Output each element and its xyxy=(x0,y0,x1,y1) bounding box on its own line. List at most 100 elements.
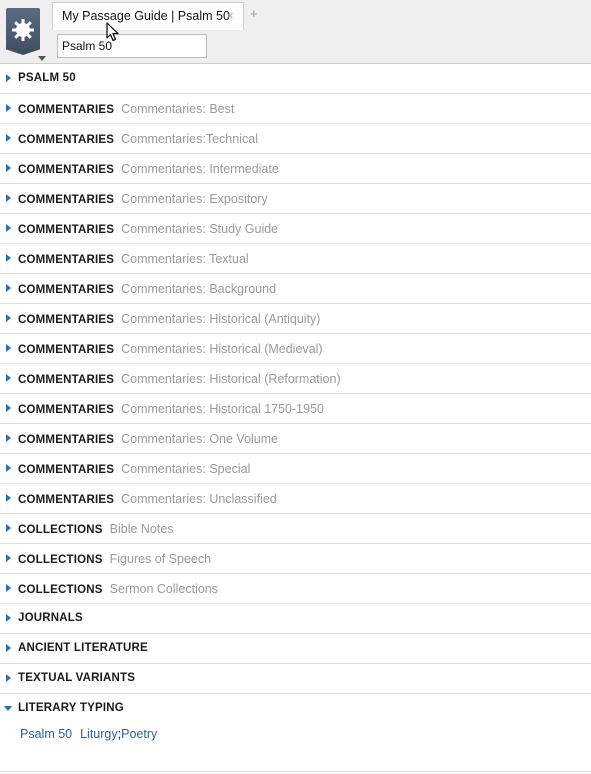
toolbar-header: My Passage Guide | Psalm 50 × + xyxy=(0,0,591,64)
section-subtitle: Bible Notes xyxy=(109,522,174,536)
triangle-right-icon[interactable] xyxy=(6,524,11,532)
section-title: COLLECTIONS xyxy=(18,584,103,596)
triangle-right-icon[interactable] xyxy=(6,134,11,142)
section-title: COMMENTARIES xyxy=(18,134,115,146)
section-title: PSALM 50 xyxy=(18,72,76,84)
section-row[interactable]: COLLECTIONS Figures of Speech xyxy=(0,544,591,574)
section-title: COMMENTARIES xyxy=(18,104,115,116)
section-subtitle: Commentaries: One Volume xyxy=(121,432,279,446)
section-row[interactable]: COMMENTARIES Commentaries: Historical 175… xyxy=(0,394,591,424)
section-label: COMMENTARIES Commentaries: Unclassified xyxy=(18,492,277,506)
section-label: ANCIENT LITERATURE xyxy=(18,642,148,654)
mouse-pointer-icon xyxy=(106,22,119,42)
triangle-right-icon[interactable] xyxy=(6,164,11,172)
section-row[interactable]: PSALM 50 xyxy=(0,64,591,94)
triangle-down-icon[interactable] xyxy=(4,706,12,711)
section-label: COMMENTARIES Commentaries: Background xyxy=(18,282,276,296)
gear-icon xyxy=(12,19,34,41)
section-title: COMMENTARIES xyxy=(18,314,115,326)
triangle-right-icon[interactable] xyxy=(6,74,11,82)
section-title: COMMENTARIES xyxy=(18,224,115,236)
section-label: TEXTUAL VARIANTS xyxy=(18,672,135,684)
section-label: COMMENTARIES Commentaries: Historical (Re… xyxy=(18,372,341,386)
app-menu-button[interactable] xyxy=(6,8,40,55)
section-row[interactable]: COMMENTARIES Commentaries: Historical (An… xyxy=(0,304,591,334)
section-row[interactable]: COMMENTARIES Commentaries:Technical xyxy=(0,124,591,154)
section-row[interactable]: COMMENTARIES Commentaries: One Volume xyxy=(0,424,591,454)
section-row[interactable]: COMMENTARIES Commentaries: Study Guide xyxy=(0,214,591,244)
section-subtitle: Commentaries: Textual xyxy=(121,252,249,266)
section-subtitle: Commentaries: Background xyxy=(121,282,277,296)
section-title: COMMENTARIES xyxy=(18,464,115,476)
triangle-right-icon[interactable] xyxy=(6,494,11,502)
section-row[interactable]: ANCIENT LITERATURE xyxy=(0,634,591,664)
tab-passage-guide[interactable]: My Passage Guide | Psalm 50 × xyxy=(52,2,244,30)
add-tab-icon[interactable]: + xyxy=(250,7,258,20)
section-title: JOURNALS xyxy=(18,612,83,624)
triangle-right-icon[interactable] xyxy=(6,464,11,472)
triangle-right-icon[interactable] xyxy=(6,374,11,382)
triangle-right-icon[interactable] xyxy=(6,254,11,262)
tab-title: My Passage Guide | Psalm 50 xyxy=(62,9,230,23)
section-label: COMMENTARIES Commentaries: Best xyxy=(18,102,234,116)
triangle-right-icon[interactable] xyxy=(6,404,11,412)
section-row[interactable]: COMMENTARIES Commentaries: Expository xyxy=(0,184,591,214)
section-row[interactable]: COMMENTARIES Commentaries: Best xyxy=(0,94,591,124)
triangle-right-icon[interactable] xyxy=(6,224,11,232)
section-row[interactable]: COMMENTARIES Commentaries: Special xyxy=(0,454,591,484)
section-title: COLLECTIONS xyxy=(18,524,103,536)
section-row[interactable]: COMMENTARIES Commentaries: Textual xyxy=(0,244,591,274)
section-row[interactable]: JOURNALS xyxy=(0,604,591,634)
triangle-right-icon[interactable] xyxy=(6,584,11,592)
section-row[interactable]: COLLECTIONS Sermon Collections xyxy=(0,574,591,604)
triangle-right-icon[interactable] xyxy=(6,614,11,622)
section-subtitle: Commentaries: Unclassified xyxy=(121,492,277,506)
section-row[interactable]: COMMENTARIES Commentaries: Unclassified xyxy=(0,484,591,514)
section-subtitle: Commentaries: Historical (Reformation) xyxy=(121,372,341,386)
section-title: COLLECTIONS xyxy=(18,554,103,566)
literary-type-link[interactable]: Poetry xyxy=(121,727,157,741)
section-row[interactable]: COMMENTARIES Commentaries: Historical (Re… xyxy=(0,364,591,394)
triangle-right-icon[interactable] xyxy=(6,674,11,682)
section-literary-typing: LITERARY TYPING Psalm 50 Liturgy;Poetry xyxy=(0,694,591,772)
triangle-right-icon[interactable] xyxy=(6,644,11,652)
section-label: COMMENTARIES Commentaries:Technical xyxy=(18,132,258,146)
section-label: COMMENTARIES Commentaries: Special xyxy=(18,462,250,476)
triangle-right-icon[interactable] xyxy=(6,104,11,112)
section-title: COMMENTARIES xyxy=(18,404,115,416)
literary-typing-line: Psalm 50 Liturgy;Poetry xyxy=(20,727,157,741)
close-icon[interactable]: × xyxy=(226,9,234,22)
section-row[interactable]: COLLECTIONS Bible Notes xyxy=(0,514,591,544)
section-subtitle: Commentaries: Special xyxy=(121,462,251,476)
section-subtitle: Commentaries: Historical (Medieval) xyxy=(121,342,323,356)
section-title: COMMENTARIES xyxy=(18,284,115,296)
triangle-right-icon[interactable] xyxy=(6,284,11,292)
section-label: COLLECTIONS Bible Notes xyxy=(18,522,174,536)
section-subtitle: Figures of Speech xyxy=(109,552,212,566)
chevron-down-icon[interactable] xyxy=(38,56,46,61)
section-subtitle: Commentaries: Study Guide xyxy=(121,222,279,236)
section-label[interactable]: LITERARY TYPING xyxy=(18,702,124,714)
section-label: COMMENTARIES Commentaries: Study Guide xyxy=(18,222,278,236)
section-row[interactable]: TEXTUAL VARIANTS xyxy=(0,664,591,694)
literary-type-link[interactable]: Liturgy xyxy=(80,727,118,741)
triangle-right-icon[interactable] xyxy=(6,314,11,322)
section-title: ANCIENT LITERATURE xyxy=(18,642,148,654)
reference-input[interactable] xyxy=(57,34,207,58)
section-row[interactable]: COMMENTARIES Commentaries: Intermediate xyxy=(0,154,591,184)
section-label: COMMENTARIES Commentaries: Historical (An… xyxy=(18,312,320,326)
literary-typing-reference[interactable]: Psalm 50 xyxy=(20,727,72,741)
triangle-right-icon[interactable] xyxy=(6,554,11,562)
section-row[interactable]: COMMENTARIES Commentaries: Background xyxy=(0,274,591,304)
triangle-right-icon[interactable] xyxy=(6,434,11,442)
section-title: TEXTUAL VARIANTS xyxy=(18,672,136,684)
section-title: COMMENTARIES xyxy=(18,434,115,446)
triangle-right-icon[interactable] xyxy=(6,194,11,202)
section-title: COMMENTARIES xyxy=(18,164,115,176)
triangle-right-icon[interactable] xyxy=(6,344,11,352)
section-subtitle: Commentaries: Historical 1750-1950 xyxy=(121,402,324,416)
section-row[interactable]: COMMENTARIES Commentaries: Historical (Me… xyxy=(0,334,591,364)
section-title: COMMENTARIES xyxy=(18,494,115,506)
passage-guide-sections: PSALM 50 COMMENTARIES Commentaries: Best CO… xyxy=(0,64,591,772)
section-label: PSALM 50 xyxy=(18,72,76,84)
